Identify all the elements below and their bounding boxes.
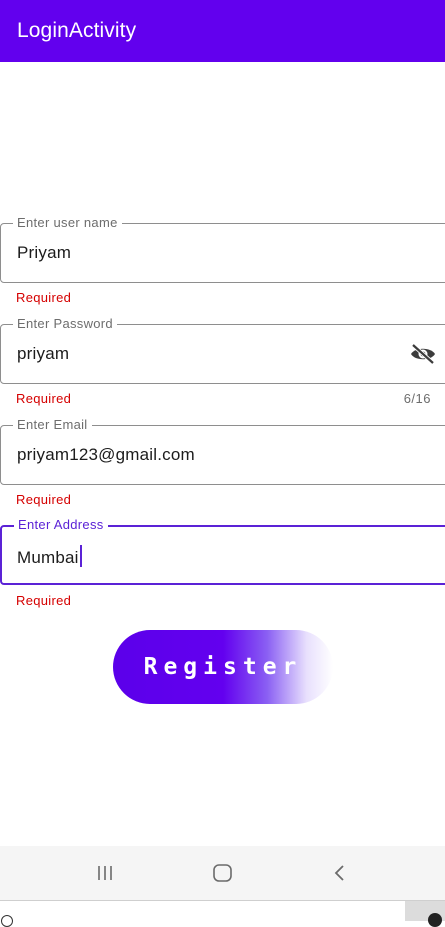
register-button[interactable]: Register xyxy=(113,630,333,704)
password-label: Enter Password xyxy=(13,316,117,332)
username-label: Enter user name xyxy=(13,215,122,231)
address-label: Enter Address xyxy=(14,517,108,533)
address-error: Required xyxy=(16,593,72,608)
password-counter: 6/16 xyxy=(403,391,431,406)
address-value: Mumbai xyxy=(17,545,82,568)
address-text: Mumbai xyxy=(17,548,79,567)
address-field[interactable]: Enter Address Mumbai xyxy=(0,517,445,585)
recent-apps-icon[interactable] xyxy=(95,860,115,886)
username-field[interactable]: Enter user name Priyam xyxy=(0,215,445,283)
email-value: priyam123@gmail.com xyxy=(17,445,195,464)
bottom-strip xyxy=(0,900,445,927)
text-cursor xyxy=(79,545,82,567)
email-field[interactable]: Enter Email priyam123@gmail.com xyxy=(0,417,445,485)
password-value: priyam xyxy=(17,344,70,363)
app-bar: LoginActivity xyxy=(0,0,445,62)
username-value: Priyam xyxy=(17,243,72,262)
dark-circle-icon xyxy=(428,913,442,927)
email-label: Enter Email xyxy=(13,417,92,433)
username-error: Required xyxy=(16,290,72,305)
password-field[interactable]: Enter Password priyam xyxy=(0,316,445,384)
back-icon[interactable] xyxy=(332,860,348,886)
app-title: LoginActivity xyxy=(17,19,137,42)
password-error: Required xyxy=(16,391,72,406)
system-nav-bar xyxy=(0,846,445,900)
visibility-off-icon[interactable] xyxy=(409,343,437,365)
home-icon[interactable] xyxy=(212,860,234,886)
email-error: Required xyxy=(16,492,72,507)
circle-icon xyxy=(1,915,13,927)
